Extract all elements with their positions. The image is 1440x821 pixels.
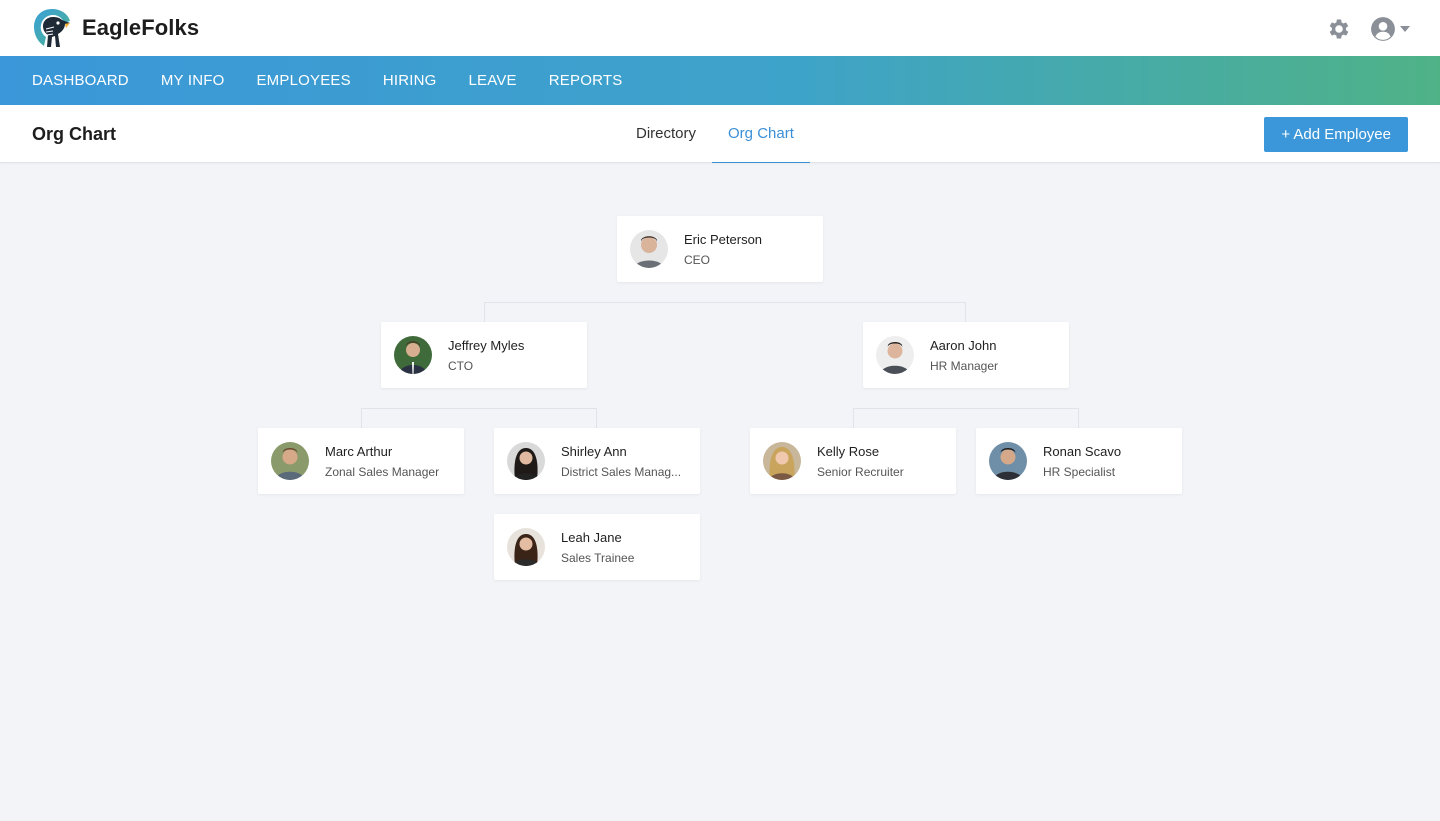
tab-org-chart[interactable]: Org Chart	[712, 105, 810, 163]
employee-name: Ronan Scavo	[1043, 444, 1122, 459]
user-menu[interactable]	[1370, 16, 1410, 42]
employee-card-aaron-john[interactable]: Aaron John HR Manager	[863, 322, 1069, 388]
view-tabs: Directory Org Chart	[620, 105, 810, 163]
employee-card-shirley-ann[interactable]: Shirley Ann District Sales Manag...	[494, 428, 700, 494]
employee-card-marc-arthur[interactable]: Marc Arthur Zonal Sales Manager	[258, 428, 464, 494]
employee-card-jeffrey-myles[interactable]: Jeffrey Myles CTO	[381, 322, 587, 388]
brand-name: EagleFolks	[82, 15, 200, 40]
org-chart: Eric Peterson CEO Jeffrey Myles CTO Aaro…	[0, 163, 1440, 821]
avatar	[271, 442, 309, 480]
user-circle-icon	[1371, 17, 1395, 41]
gear-icon[interactable]	[1326, 16, 1352, 42]
employee-name: Kelly Rose	[817, 444, 880, 459]
employee-name: Leah Jane	[561, 530, 622, 545]
employee-name: Shirley Ann	[561, 444, 627, 459]
employee-role: Zonal Sales Manager	[325, 465, 440, 479]
nav-employees[interactable]: EMPLOYEES	[240, 56, 366, 105]
employee-name: Marc Arthur	[325, 444, 393, 459]
employee-card-eric-peterson[interactable]: Eric Peterson CEO	[617, 216, 823, 282]
nav-dashboard[interactable]: DASHBOARD	[16, 56, 145, 105]
chevron-down-icon	[1400, 26, 1410, 32]
top-icons	[1326, 16, 1410, 42]
employee-role: HR Specialist	[1043, 465, 1116, 479]
page-title: Org Chart	[32, 124, 117, 144]
avatar	[876, 336, 914, 374]
tab-directory[interactable]: Directory	[620, 105, 712, 163]
employee-name: Jeffrey Myles	[448, 338, 525, 353]
avatar	[630, 230, 668, 268]
employee-name: Aaron John	[930, 338, 997, 353]
employee-role: Senior Recruiter	[817, 465, 904, 479]
nav-my-info[interactable]: MY INFO	[145, 56, 241, 105]
connector-hr-children	[853, 408, 1079, 428]
connector-ceo-children	[484, 302, 966, 322]
sub-header: Org Chart Directory Org Chart + Add Empl…	[0, 105, 1440, 163]
avatar	[507, 442, 545, 480]
employee-role: CTO	[448, 359, 474, 373]
employee-role: District Sales Manag...	[561, 465, 682, 479]
employee-role: CEO	[684, 253, 711, 267]
connector-cto-children	[361, 408, 597, 428]
main-nav: DASHBOARD MY INFO EMPLOYEES HIRING LEAVE…	[0, 56, 1440, 105]
employee-role: HR Manager	[930, 359, 999, 373]
employee-card-kelly-rose[interactable]: Kelly Rose Senior Recruiter	[750, 428, 956, 494]
add-employee-button[interactable]: + Add Employee	[1264, 117, 1408, 152]
nav-leave[interactable]: LEAVE	[453, 56, 533, 105]
avatar	[989, 442, 1027, 480]
avatar	[394, 336, 432, 374]
avatar	[763, 442, 801, 480]
employee-name: Eric Peterson	[684, 232, 763, 247]
avatar	[507, 528, 545, 566]
brand[interactable]: EagleFolks	[32, 7, 199, 49]
nav-reports[interactable]: REPORTS	[533, 56, 639, 105]
nav-hiring[interactable]: HIRING	[367, 56, 453, 105]
top-header: EagleFolks	[0, 0, 1440, 56]
eagle-logo-icon	[34, 9, 70, 47]
employee-card-ronan-scavo[interactable]: Ronan Scavo HR Specialist	[976, 428, 1182, 494]
employee-role: Sales Trainee	[561, 551, 635, 565]
employee-card-leah-jane[interactable]: Leah Jane Sales Trainee	[494, 514, 700, 580]
